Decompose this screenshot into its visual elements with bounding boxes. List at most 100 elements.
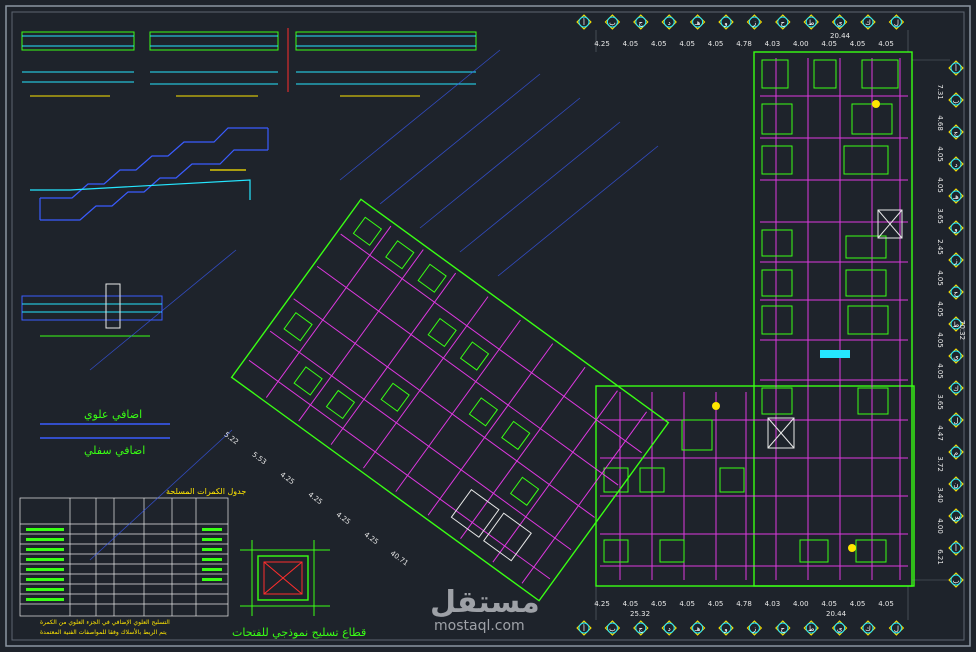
opening-section-title: قطاع تسليح نموذجي للفتحات [232,626,366,639]
grid-guide-lines [595,30,950,620]
dimension-right: 2.45 [936,239,944,255]
dimension-right: 3.65 [936,394,944,410]
grid-bubble-right-2: ج [948,124,964,140]
grid-bubble-bottom-5: و [718,620,734,636]
grid-bubble-right-3: د [948,156,964,172]
grid-bubble-label: ج [639,625,644,633]
grid-bubble-right-0: أ [948,60,964,76]
dimension-top: 4.25 [594,40,610,48]
grid-bubble-top-1: ب [604,14,621,30]
dimensions-bottom: 4.25 4.05 4.05 4.05 4.05 4.78 4.03 4.00 4.05 4.05… [594,600,894,608]
dimension-top: 4.05 [850,40,866,48]
dimension-bottom: 4.05 [878,600,894,608]
grid-bubble-label: ج [639,19,644,27]
dimension-right: 4.05 [936,270,944,286]
upper-rebar-note: اضافي علوي [84,408,142,421]
grid-bubble-label: ب [609,19,616,27]
dimension-top: 4.78 [736,40,752,48]
grid-bubble-label: ز [953,257,957,265]
dimension-bottom: 4.78 [736,600,752,608]
dimensions-top: 4.25 4.05 4.05 4.05 4.05 4.78 4.03 4.00 4.05 4.05… [594,40,894,48]
grid-bubble-label: ح [954,289,959,297]
dimension-right: 3.72 [936,456,944,472]
grid-bubble-label: أ [583,18,585,27]
top-total-dimension: 20.44 [830,32,851,40]
plan-right-wing [595,51,915,587]
grid-bubble-label: ل [894,625,899,633]
dimension-right: 4.47 [936,425,944,441]
grid-bubble-label: د [954,161,957,169]
dimension-right: 4.05 [936,363,944,379]
dimension-right: 4.05 [936,301,944,317]
sheet-frame [5,5,971,647]
grid-bubble-right-12: م [948,444,964,460]
dimension-right: 4.05 [936,177,944,193]
grid-bubble-right-1: ب [948,92,964,108]
beam-details-top [21,28,477,97]
grid-bubble-top-3: د [661,14,677,30]
watermark-arabic: مستقل [430,585,540,620]
dimension-top: 4.05 [821,40,837,48]
lower-rebar-note: اضافي سفلي [84,444,145,457]
grid-bubble-label: ي [953,353,959,361]
grid-bubble-bottom-6: ز [746,620,763,636]
grid-bubble-label: ز [752,19,756,27]
grid-bubble-top-10: ك [860,14,876,30]
grid-bubble-label: ك [953,385,959,393]
grid-bubble-label: و [953,225,957,233]
grid-bubble-top-2: ج [633,14,649,30]
stair-section [30,127,269,221]
dimension-right: 4.05 [936,332,944,348]
dimension-bottom: 4.00 [793,600,809,608]
grid-bubble-right-10: ك [948,380,964,396]
grid-bubble-top-6: ز [746,14,763,30]
dimension-diagonal: 5.53 [251,451,268,467]
dimension-diagonal: 4.25 [307,491,324,507]
grid-bubble-right-11: ل [948,412,964,428]
dimension-diagonal: 40.71 [389,549,410,567]
legend-cells [26,528,222,601]
footnote-2: يتم الربط بالأسلاك وفقا للمواصفات الفنية… [40,628,167,636]
grid-bubble-label: أ [955,64,957,73]
plan-rotated-wing [230,198,670,602]
grid-bubble-right-15: أ [948,540,964,556]
grid-bubble-label: هـ [694,625,701,633]
opening-section [240,540,330,616]
grid-bubble-right-9: ي [948,348,964,364]
dimension-top: 4.05 [651,40,667,48]
grid-bubble-right-6: ز [948,252,964,268]
dimension-top: 4.05 [679,40,695,48]
grid-bubbles-bottom: أ ب ج د هـ و ز ح ط ي ك ل [576,620,905,636]
dimension-right: 4.05 [936,146,944,162]
grid-bubble-right-5: و [948,220,964,236]
bottom-total-right: 20.44 [826,610,847,618]
grid-bubble-right-4: هـ [948,188,964,204]
grid-bubble-label: د [668,19,671,27]
sheet-inner-frame [11,11,965,641]
diagonal-grid-lines [89,49,659,561]
dimension-bottom: 4.05 [708,600,724,608]
dimension-top: 4.05 [708,40,724,48]
grid-bubble-top-9: ي [831,14,848,30]
grid-bubble-label: ط [808,625,814,633]
grid-bubble-top-0: أ [576,14,592,30]
dimension-bottom: 4.05 [821,600,837,608]
grid-bubble-label: ي [837,19,843,27]
grid-bubble-bottom-9: ي [831,620,848,636]
grid-bubble-label: ل [894,19,899,27]
grid-bubble-label: م [954,449,958,457]
dimension-diagonal: 4.25 [279,471,296,487]
dimension-diagonal: 4.25 [335,511,352,527]
dimension-bottom: 4.05 [850,600,866,608]
grid-bubble-bottom-0: أ [576,620,592,636]
grid-bubble-bottom-7: ح [775,620,791,636]
dimension-diagonal: 5.22 [223,431,240,447]
dimensions-right: 7.31 4.68 4.05 4.05 3.65 2.45 4.05 4.05 4.05 4.05… [936,84,944,565]
grid-bubble-bottom-8: ط [803,620,819,636]
dimension-top: 4.05 [623,40,639,48]
grid-bubble-top-8: ط [803,14,819,30]
grid-bubble-label: أ [583,624,585,633]
dimension-bottom: 4.05 [623,600,639,608]
dimension-right: 4.68 [936,115,944,131]
dimension-right: 6.21 [936,549,944,565]
